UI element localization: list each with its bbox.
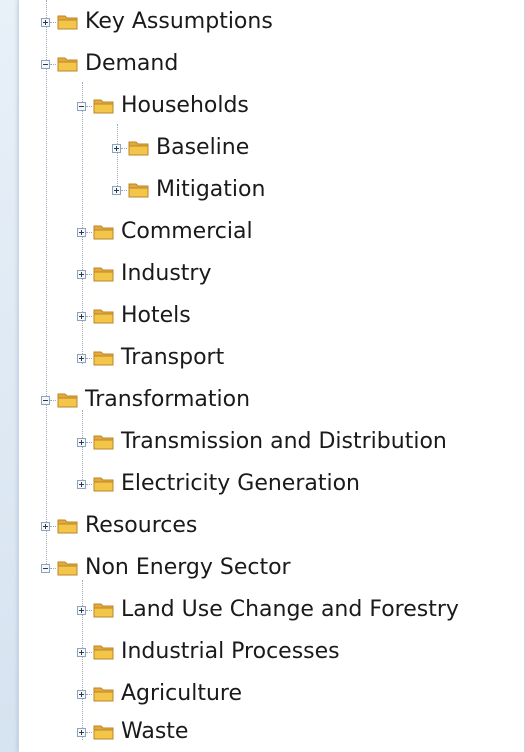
tree-connector [50, 21, 56, 23]
tree-item-baseline[interactable]: Baseline [112, 130, 249, 166]
tree-view-panel[interactable]: Key Assumptions Demand Households Baseli… [18, 0, 525, 752]
tree-connector [86, 231, 92, 233]
tree-connector [121, 189, 127, 191]
folder-icon [128, 141, 149, 156]
folder-icon [93, 267, 114, 282]
tree-item-label: Key Assumptions [85, 9, 273, 34]
tree-item-label: Non Energy Sector [85, 555, 291, 580]
tree-item-transformation[interactable]: Transformation [41, 382, 250, 418]
expand-icon[interactable] [41, 17, 50, 27]
tree-item-waste[interactable]: Waste [77, 714, 188, 750]
tree-item-label: Transport [121, 345, 225, 370]
tree-connector [86, 693, 92, 695]
tree-item-label: Baseline [156, 135, 250, 160]
expand-icon[interactable] [77, 479, 86, 489]
expand-icon[interactable] [77, 689, 86, 699]
folder-icon [128, 183, 149, 198]
folder-icon [57, 561, 78, 576]
tree-item-label: Mitigation [156, 177, 266, 202]
expand-icon[interactable] [77, 437, 86, 447]
tree-item-transport[interactable]: Transport [77, 340, 224, 376]
tree-item-land-use-change-and-forestry[interactable]: Land Use Change and Forestry [77, 592, 459, 628]
folder-icon [93, 309, 114, 324]
expand-icon[interactable] [77, 647, 86, 657]
tree-connector [50, 399, 56, 401]
tree-connector [86, 483, 92, 485]
tree-item-industrial-processes[interactable]: Industrial Processes [77, 634, 340, 670]
tree-item-commercial[interactable]: Commercial [77, 214, 253, 250]
collapse-icon[interactable] [41, 563, 50, 573]
tree-item-label: Transmission and Distribution [121, 429, 447, 454]
folder-icon [57, 15, 78, 30]
tree-item-label: Electricity Generation [121, 471, 361, 496]
tree-item-industry[interactable]: Industry [77, 256, 212, 292]
expand-icon[interactable] [41, 521, 50, 531]
tree-item-label: Households [121, 93, 249, 118]
tree-item-electricity-generation[interactable]: Electricity Generation [77, 466, 360, 502]
tree-item-hotels[interactable]: Hotels [77, 298, 191, 334]
tree-connector [86, 441, 92, 443]
tree-item-label: Hotels [121, 303, 191, 328]
folder-icon [93, 477, 114, 492]
tree-item-transmission-and-distribution[interactable]: Transmission and Distribution [77, 424, 447, 460]
folder-icon [93, 687, 114, 702]
expand-icon[interactable] [77, 311, 86, 321]
tree-item-key-assumptions[interactable]: Key Assumptions [41, 4, 273, 40]
tree-item-non-energy-sector[interactable]: Non Energy Sector [41, 550, 291, 586]
tree-item-households[interactable]: Households [77, 88, 249, 124]
tree-connector [86, 609, 92, 611]
tree-item-label: Commercial [121, 219, 253, 244]
tree-item-agriculture[interactable]: Agriculture [77, 676, 242, 712]
tree-connector [121, 147, 127, 149]
tree-item-label: Land Use Change and Forestry [121, 597, 459, 622]
expand-icon[interactable] [77, 269, 86, 279]
collapse-icon[interactable] [41, 59, 50, 69]
expand-icon[interactable] [77, 353, 86, 363]
collapse-icon[interactable] [77, 101, 86, 111]
expand-icon[interactable] [77, 605, 86, 615]
tree-item-label: Agriculture [121, 681, 242, 706]
tree-connector [50, 525, 56, 527]
tree-item-demand[interactable]: Demand [41, 46, 178, 82]
tree-item-resources[interactable]: Resources [41, 508, 197, 544]
folder-icon [93, 99, 114, 114]
folder-icon [57, 393, 78, 408]
tree-connector [86, 357, 92, 359]
tree-item-label: Industrial Processes [121, 639, 340, 664]
folder-icon [93, 435, 114, 450]
tree-item-label: Resources [85, 513, 198, 538]
tree-connector [86, 315, 92, 317]
tree-connector [86, 273, 92, 275]
tree-item-label: Transformation [85, 387, 251, 412]
tree-connector [86, 105, 92, 107]
folder-icon [93, 225, 114, 240]
tree-connector [86, 651, 92, 653]
tree-item-mitigation[interactable]: Mitigation [112, 172, 265, 208]
collapse-icon[interactable] [41, 395, 50, 405]
folder-icon [93, 725, 114, 740]
expand-icon[interactable] [112, 185, 121, 195]
tree-item-label: Industry [121, 261, 212, 286]
tree-connector [86, 731, 92, 733]
tree-connector-line [46, 0, 47, 570]
folder-icon [93, 645, 114, 660]
tree-item-label: Waste [121, 719, 189, 744]
tree-connector [50, 567, 56, 569]
expand-icon[interactable] [112, 143, 121, 153]
folder-icon [93, 351, 114, 366]
expand-icon[interactable] [77, 727, 86, 737]
folder-icon [57, 519, 78, 534]
folder-icon [57, 57, 78, 72]
folder-icon [93, 603, 114, 618]
expand-icon[interactable] [77, 227, 86, 237]
tree-connector [50, 63, 56, 65]
tree-item-label: Demand [85, 51, 179, 76]
